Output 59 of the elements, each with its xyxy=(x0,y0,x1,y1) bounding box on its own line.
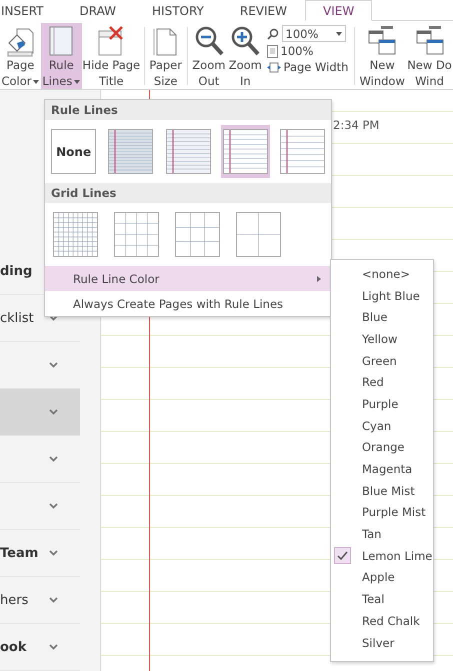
menu-section-header: Rule Lines xyxy=(45,100,331,120)
color-menu-item[interactable]: Magenta xyxy=(331,458,433,480)
chevron-down-icon xyxy=(49,550,58,556)
grid-lines-icon xyxy=(176,213,219,256)
page-width-button[interactable]: Page Width xyxy=(266,60,348,74)
color-menu-item[interactable]: Lemon Lime xyxy=(331,544,433,567)
rule-lines-icon xyxy=(224,130,267,173)
page-icon xyxy=(266,44,278,58)
ribbon-button[interactable]: New Window xyxy=(358,23,406,89)
grid-lines-icon xyxy=(54,213,97,256)
color-menu-item[interactable]: Orange xyxy=(331,436,433,458)
chevron-down-icon xyxy=(49,644,58,650)
ribbon-button[interactable]: Page Color xyxy=(0,23,41,89)
color-menu-item[interactable]: Red Chalk xyxy=(331,610,433,632)
actual-size-button[interactable]: 100% xyxy=(266,44,348,58)
menu-section-header: Grid Lines xyxy=(45,183,331,203)
color-menu-item[interactable]: <none> xyxy=(331,263,433,285)
ribbon-button[interactable]: Zoom Out xyxy=(190,23,228,89)
chevron-down-icon xyxy=(49,503,58,509)
ribbon-tab[interactable]: VIEW xyxy=(305,0,372,21)
search-icon xyxy=(266,28,279,40)
ribbon-button[interactable]: Hide Page Title xyxy=(82,23,141,89)
page-width-icon xyxy=(266,62,281,72)
menu-item[interactable]: Rule Line Color xyxy=(45,266,331,291)
caret-icon xyxy=(336,32,342,36)
rule-lines-icon xyxy=(109,130,152,173)
rule-lines-icon xyxy=(166,130,210,173)
color-menu-item[interactable]: Green xyxy=(331,350,433,372)
color-menu-item[interactable]: Blue xyxy=(331,306,433,328)
color-menu-item[interactable]: Apple xyxy=(331,566,433,588)
ribbon-button[interactable]: Paper Size xyxy=(148,23,184,89)
color-menu-item[interactable]: Tan xyxy=(331,523,433,545)
ribbon-button[interactable]: Rule Lines xyxy=(40,23,82,89)
color-menu-item[interactable]: Teal xyxy=(331,588,433,610)
color-menu-item[interactable]: Red xyxy=(331,371,433,394)
chevron-down-icon xyxy=(49,597,58,603)
chevron-down-icon xyxy=(49,315,58,321)
color-menu-item[interactable]: Blue Mist xyxy=(331,480,433,502)
color-menu-item[interactable]: Cyan xyxy=(331,414,433,436)
zoom-out-icon xyxy=(194,25,224,57)
line-style-option[interactable] xyxy=(220,125,270,178)
color-menu-item[interactable]: Light Blue xyxy=(331,284,433,306)
page-time: 2:34 PM xyxy=(333,118,380,132)
color-menu-item[interactable]: Purple Mist xyxy=(331,502,433,524)
color-menu-item[interactable]: Silver xyxy=(331,632,433,654)
color-menu-item[interactable]: Purple xyxy=(331,393,433,415)
windows-icon xyxy=(414,25,445,57)
chevron-down-icon xyxy=(49,409,58,415)
chevron-down-icon xyxy=(49,362,58,368)
grid-lines-icon xyxy=(115,213,158,256)
chevron-down-icon xyxy=(49,456,58,462)
ribbon-button[interactable]: Zoom In xyxy=(227,23,264,89)
zoom-combobox[interactable]: 100% xyxy=(282,25,346,42)
ribbon-button[interactable]: New Do Wind xyxy=(406,23,453,89)
zoom-in-icon xyxy=(230,25,260,57)
grid-lines-icon xyxy=(237,213,280,256)
windows-icon xyxy=(367,25,398,57)
rule-lines-icon xyxy=(280,130,324,173)
color-menu-item[interactable]: Yellow xyxy=(331,328,433,350)
